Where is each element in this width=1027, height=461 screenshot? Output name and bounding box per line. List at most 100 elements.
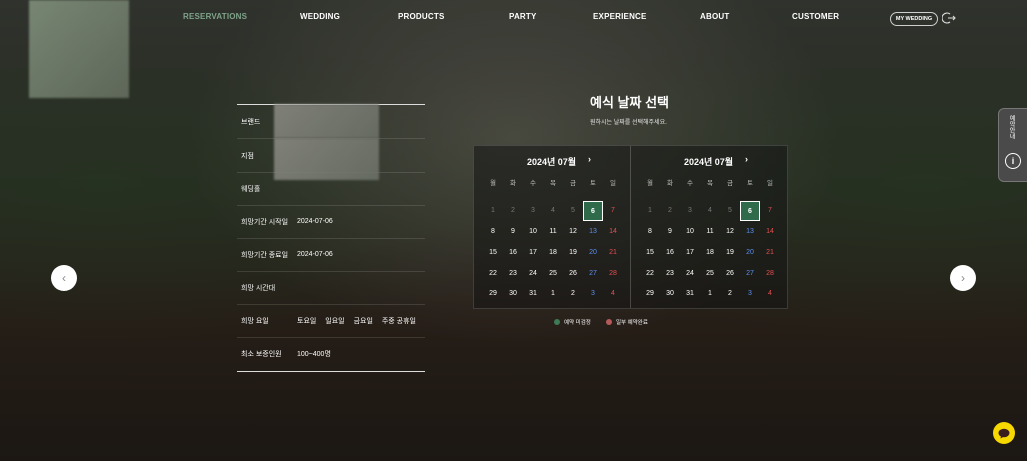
nav-about[interactable]: ABOUT: [700, 12, 729, 21]
calendar-day[interactable]: 11: [700, 222, 720, 242]
nav-experience[interactable]: EXPERIENCE: [593, 12, 647, 21]
next-slide-button[interactable]: ›: [950, 265, 976, 291]
calendar-next-icon[interactable]: ›: [745, 154, 748, 164]
calendar-dow: 금: [727, 180, 733, 187]
calendar-month-label: 2024년 07월: [683, 157, 734, 167]
info-row-guests[interactable]: 최소 보증인원 100~400명: [237, 337, 425, 370]
calendar-day[interactable]: 3: [740, 284, 760, 304]
calendar-day[interactable]: 22: [640, 264, 660, 284]
calendar-day[interactable]: 29: [640, 284, 660, 304]
info-row-end-date[interactable]: 희망기간 종료일 2024-07-06: [237, 238, 425, 272]
calendar-day[interactable]: 21: [760, 243, 780, 263]
calendar-day[interactable]: 4: [603, 284, 623, 304]
calendar-day[interactable]: 19: [563, 243, 583, 263]
calendar-day[interactable]: 2: [660, 201, 680, 221]
calendar-day[interactable]: 17: [523, 243, 543, 263]
calendar-day[interactable]: 3: [583, 284, 603, 304]
calendar-day[interactable]: 24: [523, 264, 543, 284]
calendar-day[interactable]: 5: [720, 201, 740, 221]
calendar-day[interactable]: 14: [760, 222, 780, 242]
weekday-fri[interactable]: 금요일: [354, 318, 373, 325]
calendar-day[interactable]: 30: [503, 284, 523, 304]
calendar-day[interactable]: 2: [720, 284, 740, 304]
calendar-day[interactable]: 10: [523, 222, 543, 242]
info-row-start-date[interactable]: 희망기간 시작일 2024-07-06: [237, 205, 425, 239]
calendar-day[interactable]: 10: [680, 222, 700, 242]
calendar-day[interactable]: 3: [680, 201, 700, 221]
calendar-day[interactable]: 27: [583, 264, 603, 284]
calendar-day[interactable]: 4: [543, 201, 563, 221]
calendar-day[interactable]: 18: [700, 243, 720, 263]
calendar-day[interactable]: 3: [523, 201, 543, 221]
calendar-day[interactable]: 16: [660, 243, 680, 263]
calendar-day[interactable]: 8: [640, 222, 660, 242]
info-row-weekday[interactable]: 희망 요일 토요일 일요일 금요일 주중 공휴일: [237, 304, 425, 338]
calendar-day[interactable]: 27: [740, 264, 760, 284]
calendar-day[interactable]: 1: [700, 284, 720, 304]
calendar-day[interactable]: 14: [603, 222, 623, 242]
calendar-day[interactable]: 22: [483, 264, 503, 284]
calendar-day[interactable]: 6: [740, 201, 760, 221]
nav-party[interactable]: PARTY: [509, 12, 537, 21]
calendar-day[interactable]: 4: [760, 284, 780, 304]
calendar-day[interactable]: 5: [563, 201, 583, 221]
calendar-day[interactable]: 15: [483, 243, 503, 263]
calendar-day[interactable]: 20: [583, 243, 603, 263]
calendar-day[interactable]: 11: [543, 222, 563, 242]
calendar-day[interactable]: 30: [660, 284, 680, 304]
calendar-day[interactable]: 26: [563, 264, 583, 284]
calendar-day[interactable]: 12: [720, 222, 740, 242]
calendar-day[interactable]: 19: [720, 243, 740, 263]
calendar-day[interactable]: 23: [503, 264, 523, 284]
calendar-day[interactable]: 17: [680, 243, 700, 263]
calendar-day[interactable]: 24: [680, 264, 700, 284]
calendar-day[interactable]: 13: [583, 222, 603, 242]
nav-products[interactable]: PRODUCTS: [398, 12, 445, 21]
calendar-day[interactable]: 12: [563, 222, 583, 242]
nav-customer[interactable]: CUSTOMER: [792, 12, 839, 21]
calendar-day[interactable]: 15: [640, 243, 660, 263]
calendar-day[interactable]: 16: [503, 243, 523, 263]
calendar-month-2: 2024년 07월 › 월 화 수 목 금 토 일 1 2 3 4 5 6 7 8 9 10 11 12 13 14 15…: [630, 146, 786, 308]
reservation-guide-tab[interactable]: 예약안내 i: [998, 108, 1027, 182]
calendar-day[interactable]: 25: [700, 264, 720, 284]
weekday-sun[interactable]: 일요일: [325, 318, 344, 325]
logo[interactable]: [29, 0, 129, 98]
calendar-day[interactable]: 1: [640, 201, 660, 221]
calendar-day[interactable]: 26: [720, 264, 740, 284]
calendar-day[interactable]: 18: [543, 243, 563, 263]
calendar-day[interactable]: 31: [680, 284, 700, 304]
calendar-day[interactable]: 2: [563, 284, 583, 304]
nav-reservations[interactable]: RESERVATIONS: [183, 12, 247, 21]
calendar-day[interactable]: 25: [543, 264, 563, 284]
logout-icon[interactable]: [942, 12, 956, 24]
calendar-day[interactable]: 9: [660, 222, 680, 242]
info-label: 희망기간 시작일: [241, 218, 289, 226]
calendar-day[interactable]: 20: [740, 243, 760, 263]
calendar-day[interactable]: 4: [700, 201, 720, 221]
calendar-day[interactable]: 28: [760, 264, 780, 284]
calendar-day[interactable]: 23: [660, 264, 680, 284]
calendar-next-icon[interactable]: ›: [588, 154, 591, 164]
calendar-day[interactable]: 13: [740, 222, 760, 242]
calendar-day[interactable]: 1: [543, 284, 563, 304]
calendar-day[interactable]: 7: [603, 201, 623, 221]
calendar-day[interactable]: 2: [503, 201, 523, 221]
calendar-day[interactable]: 7: [760, 201, 780, 221]
info-value: 2024-07-06: [297, 218, 333, 225]
weekday-sat[interactable]: 토요일: [297, 318, 316, 325]
calendar-day[interactable]: 8: [483, 222, 503, 242]
info-row-time[interactable]: 희망 시간대: [237, 271, 425, 305]
calendar-day[interactable]: 6: [583, 201, 603, 221]
prev-slide-button[interactable]: ‹: [51, 265, 77, 291]
nav-wedding[interactable]: WEDDING: [300, 12, 340, 21]
weekday-holiday[interactable]: 주중 공휴일: [382, 318, 416, 325]
kakao-chat-button[interactable]: [993, 422, 1015, 444]
calendar-day[interactable]: 21: [603, 243, 623, 263]
calendar-day[interactable]: 28: [603, 264, 623, 284]
calendar-day[interactable]: 1: [483, 201, 503, 221]
calendar-day[interactable]: 29: [483, 284, 503, 304]
my-wedding-button[interactable]: MY WEDDING: [890, 12, 938, 26]
calendar-day[interactable]: 31: [523, 284, 543, 304]
calendar-day[interactable]: 9: [503, 222, 523, 242]
